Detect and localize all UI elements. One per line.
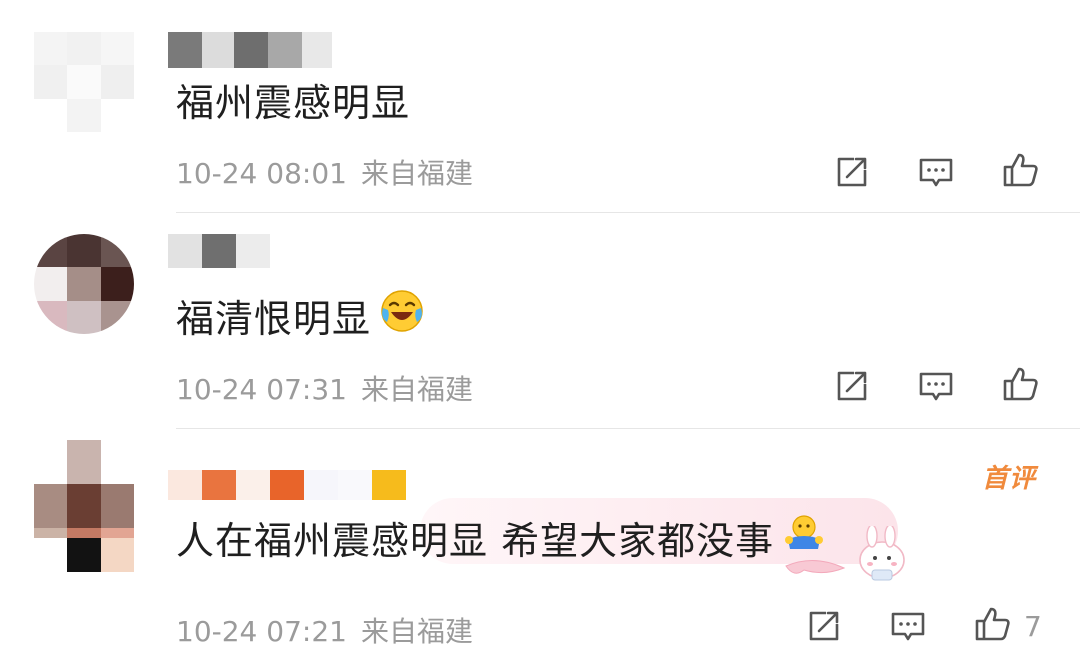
comment-item: 首评 人在福州震感明显 希望大家都没事 10-24 07:21 来自福建 7 bbox=[0, 430, 1080, 662]
username[interactable] bbox=[168, 470, 406, 500]
comment-meta: 10-24 08:01 来自福建 bbox=[176, 152, 473, 192]
laughing-tears-emoji-icon bbox=[379, 288, 425, 343]
comment-time: 10-24 08:01 bbox=[176, 157, 347, 190]
comment-meta: 10-24 07:31 来自福建 bbox=[176, 368, 473, 408]
comment-icon[interactable] bbox=[916, 152, 956, 192]
username[interactable] bbox=[168, 234, 270, 268]
bunny-sticker-decoration bbox=[784, 524, 914, 590]
comment-icon[interactable] bbox=[916, 366, 956, 406]
comment-text: 福州震感明显 bbox=[176, 81, 411, 125]
like-icon[interactable] bbox=[972, 604, 1012, 644]
share-icon[interactable] bbox=[832, 152, 872, 192]
comment-time: 10-24 07:31 bbox=[176, 373, 347, 406]
first-comment-badge: 首评 bbox=[982, 464, 1037, 494]
comment-source: 来自福建 bbox=[360, 615, 473, 648]
comment-time: 10-24 07:21 bbox=[176, 615, 347, 648]
avatar[interactable] bbox=[34, 32, 134, 132]
avatar[interactable] bbox=[34, 234, 134, 334]
divider bbox=[176, 212, 1080, 213]
comment-source: 来自福建 bbox=[360, 373, 473, 406]
username[interactable] bbox=[168, 32, 332, 68]
like-count: 7 bbox=[1024, 610, 1042, 643]
divider bbox=[176, 428, 1080, 429]
comment-text: 人在福州震感明显 希望大家都没事 bbox=[176, 510, 826, 565]
share-icon[interactable] bbox=[832, 366, 872, 406]
like-icon[interactable] bbox=[1000, 150, 1040, 190]
comment-source: 来自福建 bbox=[360, 157, 473, 190]
comment-meta: 10-24 07:21 来自福建 bbox=[176, 610, 473, 650]
comment-item: 福州震感明显 10-24 08:01 来自福建 bbox=[0, 0, 1080, 214]
share-icon[interactable] bbox=[804, 606, 844, 646]
comment-text-content: 人在福州震感明显 希望大家都没事 bbox=[176, 519, 775, 563]
avatar-bottom bbox=[34, 538, 134, 572]
comment-icon[interactable] bbox=[888, 606, 928, 646]
comment-item: 福清恨明显 10-24 07:31 来自福建 bbox=[0, 214, 1080, 430]
comment-text-content: 福清恨明显 bbox=[176, 297, 372, 341]
like-icon[interactable] bbox=[1000, 364, 1040, 404]
comment-text: 福清恨明显 bbox=[176, 288, 425, 343]
